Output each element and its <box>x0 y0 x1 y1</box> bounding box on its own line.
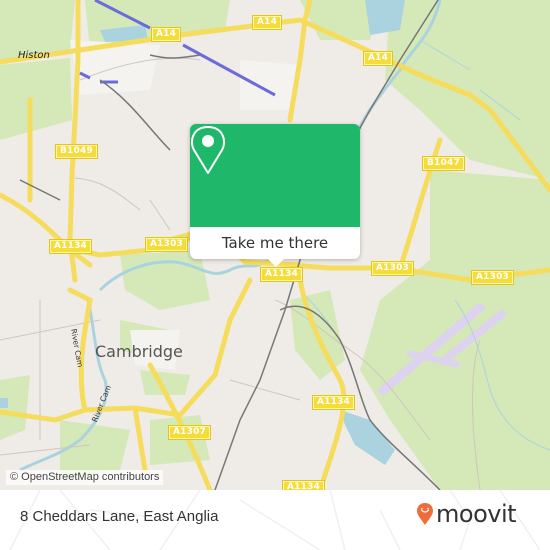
road-label-a1134: A1134 <box>311 395 356 410</box>
place-label-cambridge: Cambridge <box>95 342 183 361</box>
address-text: 8 Cheddars Lane, East Anglia <box>20 508 219 525</box>
road-label-a14: A14 <box>362 51 394 66</box>
road-label-a1134: A1134 <box>259 267 304 282</box>
road-label-a1303: A1303 <box>144 237 189 252</box>
map[interactable]: A14 A14 A14 B1049 B1047 A1134 A1303 A113… <box>0 0 550 490</box>
take-me-there-button[interactable]: Take me there <box>190 227 360 259</box>
location-popup: Take me there <box>190 124 360 267</box>
road-label-a1303: A1303 <box>370 261 415 276</box>
map-attribution[interactable]: © OpenStreetMap contributors <box>6 470 164 485</box>
place-label-histon: Histon <box>18 50 50 61</box>
popup-header <box>190 124 360 227</box>
brand-wordmark: moovit <box>436 500 517 528</box>
road-label-b1049: B1049 <box>55 144 98 159</box>
moovit-pin-icon <box>417 503 433 525</box>
moovit-logo[interactable]: moovit <box>416 500 517 528</box>
road-label-b1047: B1047 <box>422 156 465 171</box>
road-label-a1303: A1303 <box>470 270 515 285</box>
road-label-a1134: A1134 <box>281 480 326 490</box>
popup-pointer <box>267 258 285 267</box>
road-label-a1307: A1307 <box>167 425 212 440</box>
map-pin-icon <box>190 126 226 174</box>
road-label-a14: A14 <box>150 27 182 42</box>
footer: 8 Cheddars Lane, East Anglia moovit <box>0 490 550 550</box>
road-label-a1134: A1134 <box>48 239 93 254</box>
road-label-a14: A14 <box>251 15 283 30</box>
